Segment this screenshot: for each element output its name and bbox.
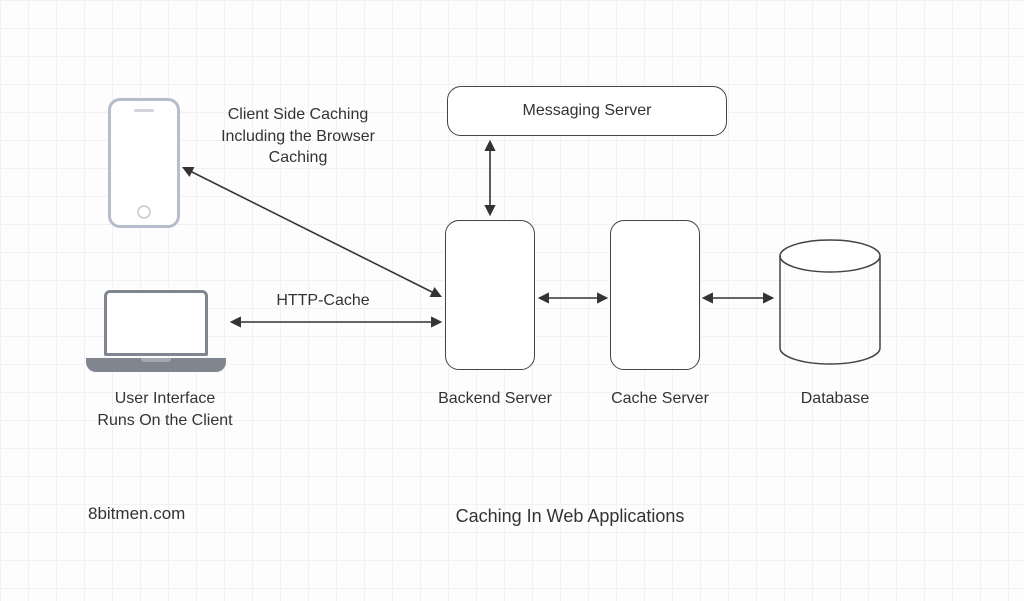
phone-icon bbox=[108, 98, 180, 228]
messaging-server-label: Messaging Server bbox=[523, 102, 652, 120]
laptop-icon bbox=[86, 290, 226, 380]
backend-server-node bbox=[445, 220, 535, 370]
source-label: 8bitmen.com bbox=[88, 504, 185, 524]
client-ui-label: User Interface Runs On the Client bbox=[80, 388, 250, 431]
database-node bbox=[775, 238, 885, 368]
http-cache-annotation: HTTP-Cache bbox=[258, 290, 388, 312]
backend-server-label: Backend Server bbox=[420, 388, 570, 410]
messaging-server-node: Messaging Server bbox=[447, 86, 727, 136]
cache-server-label: Cache Server bbox=[590, 388, 730, 410]
diagram-title: Caching In Web Applications bbox=[420, 504, 720, 528]
client-side-caching-annotation: Client Side Caching Including the Browse… bbox=[198, 104, 398, 169]
database-label: Database bbox=[775, 388, 895, 410]
cache-server-node bbox=[610, 220, 700, 370]
